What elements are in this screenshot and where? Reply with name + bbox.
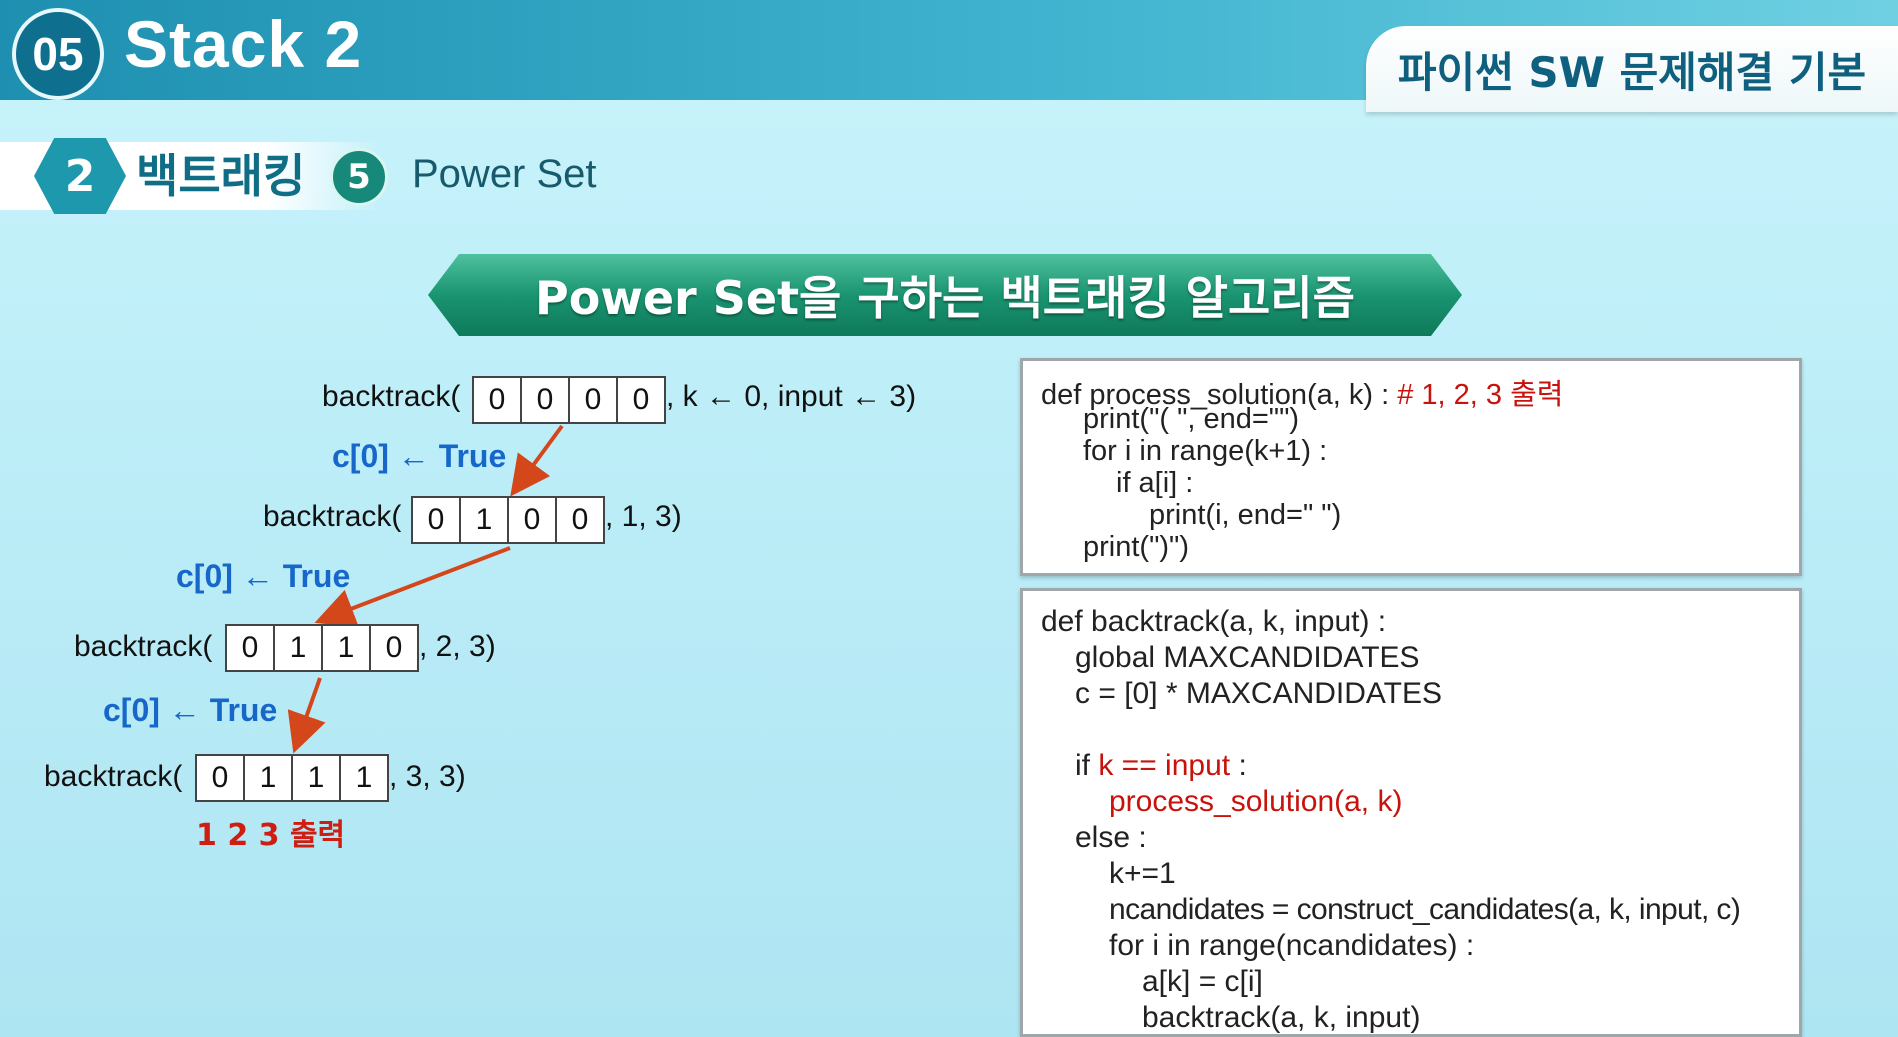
array-cell: 0 [225, 624, 275, 672]
code-line: ncandidates = construct_candidates(a, k,… [1109, 893, 1741, 926]
code-line: if a[i] : [1116, 467, 1194, 499]
call-4-prefix: backtrack( [44, 760, 183, 793]
array-cell: 1 [291, 754, 341, 802]
array-cell: 0 [411, 496, 461, 544]
code-highlight: k == input [1098, 749, 1231, 782]
call-1-suffix: , k ← 0, input ← 3) [666, 380, 917, 413]
code-line: backtrack(a, k, input) [1142, 1001, 1421, 1034]
output-label: 1 2 3 출력 [196, 818, 346, 853]
call-3-prefix: backtrack( [74, 630, 213, 663]
call-2-suffix: , 1, 3) [605, 500, 682, 533]
code-line: if k == input : [1075, 749, 1247, 783]
code-line: global MAXCANDIDATES [1075, 641, 1420, 674]
assignment-1: c[0] ← True [332, 438, 507, 474]
code-highlight-line: process_solution(a, k) [1109, 785, 1403, 818]
code-line: else : [1075, 821, 1147, 854]
array-cell: 1 [243, 754, 293, 802]
arrow-1 [510, 424, 564, 497]
array-cell: 0 [568, 376, 618, 424]
call-4-array: 0 1 1 1 [195, 754, 389, 802]
code-line: print(")") [1083, 531, 1189, 563]
array-cell: 0 [555, 496, 605, 544]
code-line: for i in range(k+1) : [1083, 435, 1328, 467]
call-1-prefix: backtrack( [322, 380, 461, 413]
call-4-suffix: , 3, 3) [389, 760, 466, 793]
array-cell: 0 [472, 376, 522, 424]
array-cell: 0 [369, 624, 419, 672]
assignment-2: c[0] ← True [176, 558, 351, 594]
code-comment: # 1, 2, 3 출력 [1397, 379, 1564, 411]
array-cell: 0 [195, 754, 245, 802]
array-cell: 1 [321, 624, 371, 672]
backtrack-code-box: def backtrack(a, k, input) : global MAXC… [1020, 588, 1802, 1037]
code-line: c = [0] * MAXCANDIDATES [1075, 677, 1443, 710]
code-line: a[k] = c[i] [1142, 965, 1263, 998]
array-cell: 1 [273, 624, 323, 672]
process-solution-code-box: def process_solution(a, k) : # 1, 2, 3 출… [1020, 358, 1802, 576]
array-cell: 0 [616, 376, 666, 424]
call-3-suffix: , 2, 3) [419, 630, 496, 663]
array-cell: 0 [520, 376, 570, 424]
array-cell: 1 [459, 496, 509, 544]
code-line: print("( ", end="") [1083, 403, 1300, 435]
call-1-array: 0 0 0 0 [472, 376, 666, 424]
code-text: if [1075, 749, 1099, 782]
code-line: for i in range(ncandidates) : [1109, 929, 1475, 962]
code-line: def backtrack(a, k, input) : [1041, 605, 1387, 638]
call-2-prefix: backtrack( [263, 500, 402, 533]
arrow-3 [287, 677, 326, 754]
code-line: print(i, end=" ") [1149, 499, 1342, 531]
code-line: k+=1 [1109, 857, 1176, 890]
call-3-array: 0 1 1 0 [225, 624, 419, 672]
array-cell: 0 [507, 496, 557, 544]
array-cell: 1 [339, 754, 389, 802]
call-2-array: 0 1 0 0 [411, 496, 605, 544]
assignment-3: c[0] ← True [103, 692, 278, 728]
code-text: : [1230, 749, 1247, 782]
